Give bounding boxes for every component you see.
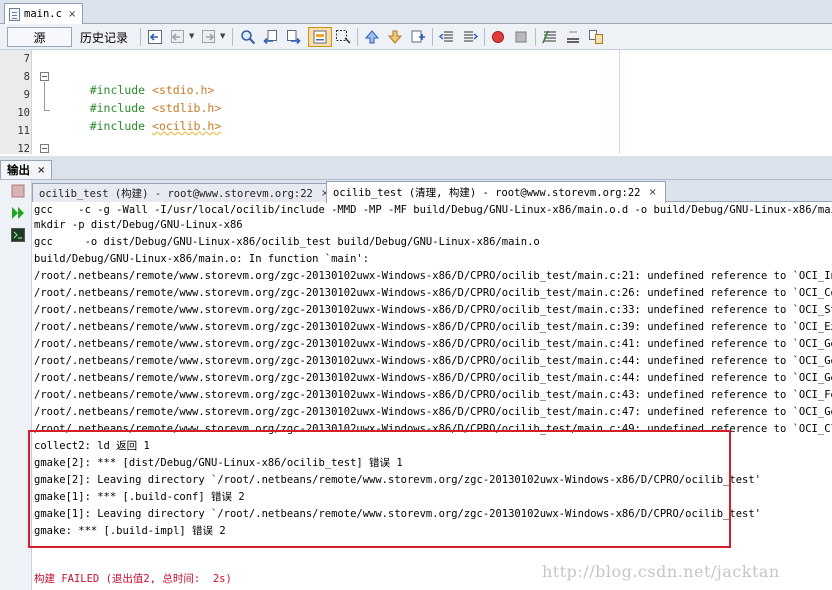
output-line: /root/.netbeans/remote/www.storevm.org/z… [34,389,832,401]
close-icon[interactable]: × [37,165,45,176]
rerun-build-icon[interactable] [11,206,25,220]
output-line: mkdir -p dist/Debug/GNU-Linux-x86 [34,219,243,231]
header-name: <ocilib.h> [152,119,222,133]
source-view-label: 源 [33,30,46,45]
output-line: /root/.netbeans/remote/www.storevm.org/z… [34,406,832,418]
fold-guide [44,82,45,110]
output-line: /root/.netbeans/remote/www.storevm.org/z… [34,287,832,299]
c-file-icon [9,7,20,21]
output-line: /root/.netbeans/remote/www.storevm.org/z… [34,270,832,282]
toolbar-separator [357,28,358,46]
back-icon[interactable] [170,29,186,45]
start-macro-record-icon[interactable] [490,29,506,45]
uncomment-icon[interactable] [565,29,581,45]
toolbar-separator [232,28,233,46]
find-next-icon[interactable] [286,29,302,45]
close-icon[interactable]: × [649,187,657,198]
close-icon[interactable]: × [68,9,76,20]
output-tab-build[interactable]: ocilib_test (构建) - root@www.storevm.org:… [32,183,339,202]
fold-collapse-icon[interactable] [40,144,49,153]
code-line-comment: /* [62,141,104,154]
error-highlight-box [28,430,731,548]
line-number: 9 [23,89,30,101]
shift-left-icon[interactable] [439,29,455,45]
rectangular-selection-icon[interactable] [335,29,351,45]
editor-tab-main-c[interactable]: main.c × [4,3,84,24]
editor-toolbar: 源 历史记录 ▼ ▼ [0,24,832,50]
forward-icon[interactable] [201,29,217,45]
output-line: /root/.netbeans/remote/www.storevm.org/z… [34,338,832,350]
output-tab-label: ocilib_test (构建) - root@www.storevm.org:… [39,187,313,200]
fold-collapse-icon[interactable] [40,72,49,81]
shift-right-icon[interactable] [462,29,478,45]
diff-icon[interactable] [588,29,604,45]
output-line: /root/.netbeans/remote/www.storevm.org/z… [34,304,832,316]
line-number: 7 [23,53,30,65]
output-line: /root/.netbeans/remote/www.storevm.org/z… [34,321,832,333]
line-number: 12 [17,143,30,154]
last-edit-icon[interactable] [147,29,163,45]
line-number: 8 [23,71,30,83]
find-previous-icon[interactable] [262,29,278,45]
output-window-tab[interactable]: 输出 × [0,160,53,179]
output-window-title: 输出 [7,163,30,177]
output-line: /root/.netbeans/remote/www.storevm.org/z… [34,355,832,367]
output-tab-label: ocilib_test (清理, 构建) - root@www.storevm.… [333,187,641,199]
history-view-button[interactable]: 历史记录 [80,29,128,46]
toolbar-separator [484,28,485,46]
output-tab-clean-build[interactable]: ocilib_test (清理, 构建) - root@www.storevm.… [326,181,666,203]
editor-tab-bar: main.c × [0,0,832,24]
comment-icon[interactable] [542,29,558,45]
watermark: http://blog.csdn.net/jacktan [542,562,780,581]
source-view-button[interactable]: 源 [7,27,72,47]
output-line: /root/.netbeans/remote/www.storevm.org/z… [34,372,832,384]
fold-guide [44,110,50,111]
output-tab-strip: ocilib_test (构建) - root@www.storevm.org:… [32,180,832,203]
editor-tab-label: main.c [24,8,62,20]
toggle-highlight-button[interactable] [308,27,332,47]
stop-build-icon[interactable] [11,184,25,198]
find-icon[interactable] [240,29,256,45]
chevron-down-icon[interactable]: ▼ [189,32,194,40]
chevron-down-icon[interactable]: ▼ [220,32,225,40]
toolbar-separator [140,28,141,46]
previous-bookmark-icon[interactable] [364,29,380,45]
toggle-bookmark-icon[interactable] [410,29,426,45]
line-number-gutter: 7 8 9 10 11 12 [0,50,32,154]
stop-macro-record-icon[interactable] [513,29,529,45]
highlight-search-icon [313,30,327,44]
toolbar-separator [432,28,433,46]
line-number: 10 [17,107,30,119]
include-directive: #include [89,119,153,133]
code-editor[interactable]: 7 8 9 10 11 12 #include <stdio.h> #inclu… [0,50,832,154]
output-line: build/Debug/GNU-Linux-x86/main.o: In fun… [34,253,370,265]
output-line: gcc -o dist/Debug/GNU-Linux-x86/ocilib_t… [34,236,540,248]
line-number: 11 [17,125,30,137]
terminal-icon[interactable] [11,228,25,242]
output-window-header: 输出 × [0,154,832,180]
toolbar-separator [535,28,536,46]
build-failed-status: 构建 FAILED (退出值2, 总时间: 2s) [34,573,232,585]
right-margin-guide [619,50,620,154]
next-bookmark-icon[interactable] [387,29,403,45]
